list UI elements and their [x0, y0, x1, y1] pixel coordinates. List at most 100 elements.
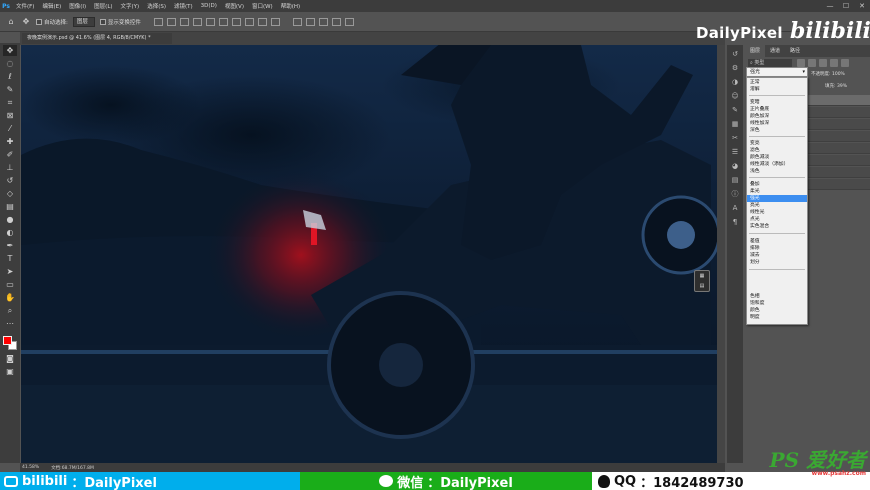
blend-option[interactable]: 亮光 — [747, 202, 807, 209]
history-brush-icon[interactable]: ↺ — [3, 175, 17, 186]
align-middle-icon[interactable] — [205, 17, 215, 26]
blend-option[interactable]: 柔光 — [747, 188, 807, 195]
menu-window[interactable]: 窗口(W) — [248, 2, 277, 10]
layer-row[interactable] — [807, 119, 870, 130]
3d-scale-icon[interactable] — [344, 17, 354, 26]
blend-option[interactable]: 颜色减淡 — [747, 154, 807, 161]
blend-mode-select[interactable]: 强光 — [746, 67, 808, 77]
smart-filter-icon[interactable] — [841, 59, 849, 67]
layer-row[interactable] — [807, 131, 870, 142]
move-tool-icon[interactable]: ✥ — [3, 45, 17, 56]
info-panel-icon[interactable]: ⓘ — [730, 189, 740, 199]
menu-3d[interactable]: 3D(D) — [197, 3, 221, 9]
blend-option[interactable]: 线性减淡（添加） — [747, 161, 807, 168]
blend-option[interactable]: 颜色 — [747, 307, 807, 314]
3d-slide-icon[interactable] — [331, 17, 341, 26]
menu-image[interactable]: 图像(I) — [65, 2, 90, 10]
menu-layer[interactable]: 图层(L) — [90, 2, 116, 10]
pixel-filter-icon[interactable] — [797, 59, 805, 67]
paragraph-panel-icon[interactable]: ¶ — [730, 217, 740, 227]
blend-option[interactable]: 点光 — [747, 216, 807, 223]
blend-option[interactable]: 颜色加深 — [747, 113, 807, 120]
blend-option[interactable]: 叠加 — [747, 181, 807, 188]
type-tool-icon[interactable]: T — [3, 253, 17, 264]
blend-option[interactable]: 明度 — [747, 314, 807, 321]
layer-row[interactable] — [807, 107, 870, 118]
blend-option[interactable]: 色相 — [747, 293, 807, 300]
marquee-tool-icon[interactable]: ◌ — [3, 58, 17, 69]
align-center-icon[interactable] — [166, 17, 176, 26]
opacity-value[interactable]: 100% — [832, 72, 845, 77]
blend-option[interactable]: 正常 — [747, 79, 807, 86]
blend-option[interactable]: 划分 — [747, 259, 807, 266]
adjust-filter-icon[interactable] — [808, 59, 816, 67]
brush-settings-icon[interactable]: ✎ — [730, 105, 740, 115]
fill-control[interactable]: 填充: 39% — [825, 83, 847, 89]
fill-value[interactable]: 39% — [837, 84, 847, 89]
distribute-2-icon[interactable] — [244, 17, 254, 26]
blend-option[interactable]: 排除 — [747, 245, 807, 252]
quick-mask-icon[interactable]: ◙ — [3, 353, 17, 364]
layer-row[interactable] — [807, 167, 870, 178]
more-tools-icon[interactable]: ⋯ — [3, 318, 17, 329]
brush-tool-icon[interactable]: ✐ — [3, 149, 17, 160]
3d-rotate-icon[interactable] — [292, 17, 302, 26]
menu-select[interactable]: 选择(S) — [143, 2, 170, 10]
stamp-tool-icon[interactable]: ⊥ — [3, 162, 17, 173]
tab-paths[interactable]: 路径 — [785, 45, 805, 57]
properties-panel-icon[interactable]: ⚙ — [730, 63, 740, 73]
canvas-mini-navigator[interactable]: ▦ ▤ — [694, 270, 710, 292]
pen-tool-icon[interactable]: ✒ — [3, 240, 17, 251]
blend-option[interactable]: 差值 — [747, 238, 807, 245]
libraries-icon[interactable]: ☰ — [730, 147, 740, 157]
maximize-button[interactable]: ☐ — [838, 0, 854, 12]
color-panel-icon[interactable]: ◕ — [730, 161, 740, 171]
blend-option[interactable]: 线性光 — [747, 209, 807, 216]
people-icon[interactable]: ☺ — [730, 91, 740, 101]
foreground-color-swatch[interactable] — [3, 336, 12, 345]
blend-option[interactable]: 深色 — [747, 127, 807, 134]
zoom-readout[interactable]: 41.58% — [22, 465, 39, 470]
minimize-button[interactable]: — — [822, 0, 838, 12]
menu-edit[interactable]: 编辑(E) — [38, 2, 65, 10]
gradient-tool-icon[interactable]: ▤ — [3, 201, 17, 212]
quick-select-tool-icon[interactable]: ✎ — [3, 84, 17, 95]
menu-filter[interactable]: 滤镜(T) — [170, 2, 197, 10]
type-filter-icon[interactable] — [819, 59, 827, 67]
screen-mode-icon[interactable]: ▣ — [3, 366, 17, 377]
grid-panel-icon[interactable]: ▤ — [730, 175, 740, 185]
canvas-vertical-scrollbar[interactable] — [717, 45, 725, 463]
move-tool-icon[interactable]: ✥ — [21, 17, 31, 27]
blend-option[interactable]: 变暗 — [747, 99, 807, 106]
distribute-3-icon[interactable] — [257, 17, 267, 26]
frame-tool-icon[interactable]: ⊠ — [3, 110, 17, 121]
blend-option[interactable]: 溶解 — [747, 86, 807, 93]
blend-option[interactable]: 线性加深 — [747, 120, 807, 127]
tools-settings-icon[interactable]: ✂ — [730, 133, 740, 143]
blend-option[interactable]: 浅色 — [747, 168, 807, 175]
layer-row[interactable] — [807, 95, 870, 106]
align-bottom-icon[interactable] — [218, 17, 228, 26]
distribute-icon[interactable] — [231, 17, 241, 26]
menu-type[interactable]: 文字(Y) — [117, 2, 144, 10]
3d-roll-icon[interactable] — [305, 17, 315, 26]
blend-option[interactable]: 正片叠底 — [747, 106, 807, 113]
tab-layers[interactable]: 图层 — [745, 45, 766, 57]
lasso-tool-icon[interactable]: ℓ — [3, 71, 17, 82]
menu-file[interactable]: 文件(F) — [12, 2, 38, 10]
menu-view[interactable]: 视图(V) — [221, 2, 248, 10]
layer-row[interactable] — [807, 143, 870, 154]
align-top-icon[interactable] — [192, 17, 202, 26]
align-left-icon[interactable] — [153, 17, 163, 26]
3d-drag-icon[interactable] — [318, 17, 328, 26]
blend-option[interactable]: 实色混合 — [747, 223, 807, 230]
character-panel-icon[interactable]: A — [730, 203, 740, 213]
adjustments-panel-icon[interactable]: ◑ — [730, 77, 740, 87]
layer-row[interactable] — [807, 155, 870, 166]
opacity-control[interactable]: 不透明度: 100% — [811, 71, 845, 77]
blend-option-highlighted[interactable]: 强光 — [747, 195, 807, 202]
close-button[interactable]: ✕ — [854, 0, 870, 12]
document-tab[interactable]: 夜晚案例演示.psd @ 41.6% (图层 4, RGB/8/CMYK) * — [22, 33, 172, 44]
layer-row[interactable] — [807, 179, 870, 190]
blend-option[interactable]: 滤色 — [747, 147, 807, 154]
